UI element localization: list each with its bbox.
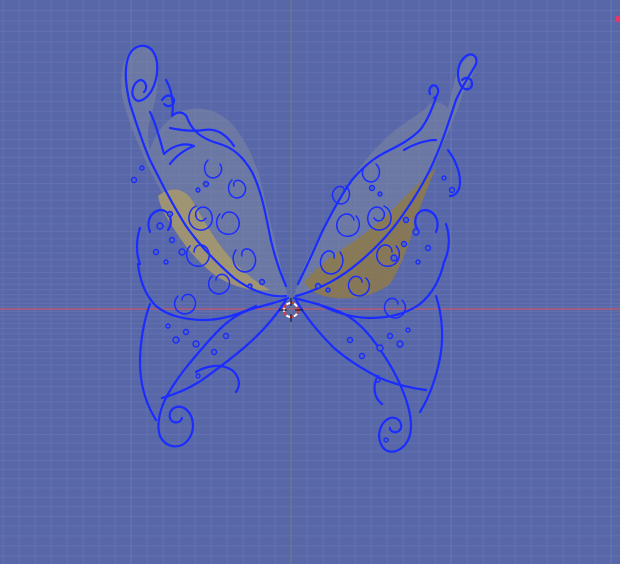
right-wing[interactable] — [292, 53, 478, 453]
wings-mesh[interactable] — [0, 0, 620, 564]
3d-cursor-icon[interactable] — [279, 298, 303, 322]
3d-viewport[interactable] — [0, 0, 620, 564]
corner-indicator-icon — [616, 16, 620, 22]
left-wing[interactable] — [121, 44, 290, 448]
